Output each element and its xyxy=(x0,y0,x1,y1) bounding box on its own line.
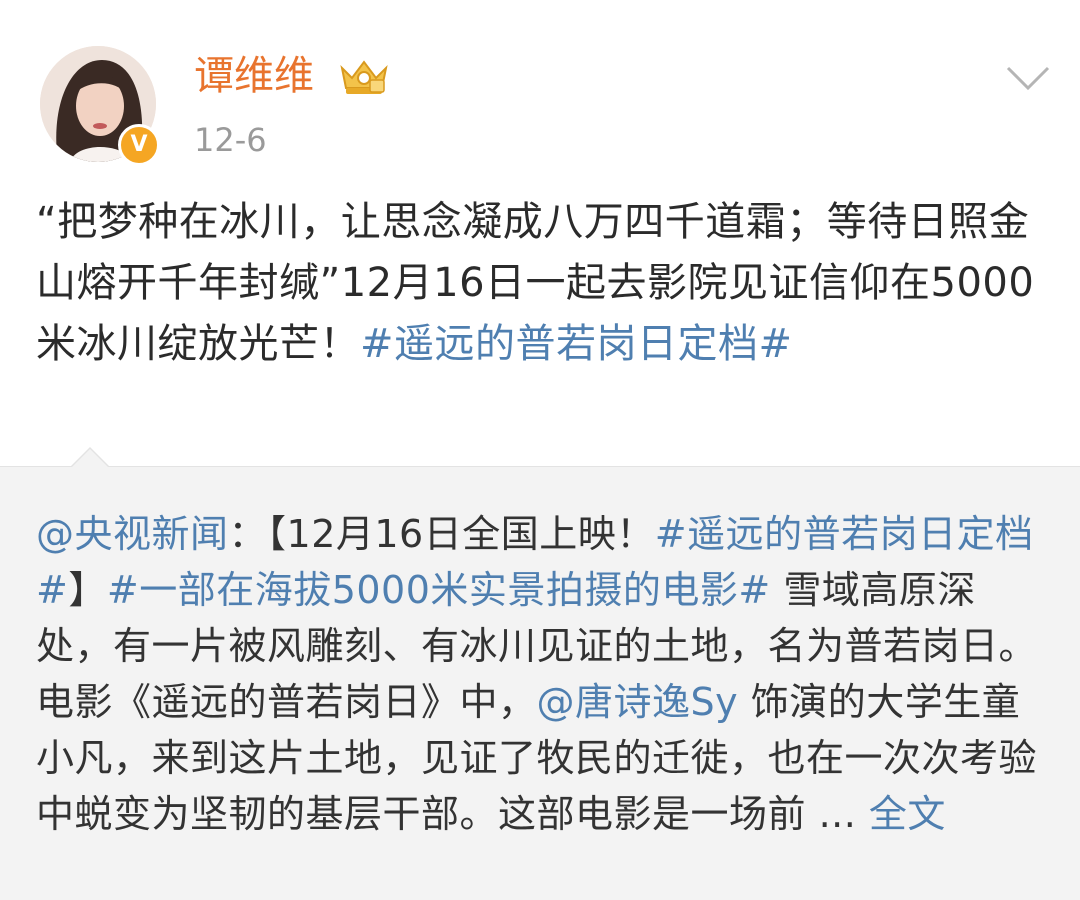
verified-badge: V xyxy=(118,124,160,166)
author-name[interactable]: 谭维维 xyxy=(194,50,314,102)
repost-text-segment: ：【12月16日全国上映！ xyxy=(228,512,655,556)
repost-ellipsis: ... xyxy=(818,792,857,836)
post-date: 12-6 xyxy=(194,121,267,159)
chevron-down-icon[interactable] xyxy=(1004,58,1052,98)
hashtag-link[interactable]: #遥远的普若岗日定档# xyxy=(360,321,793,367)
repost-text-segment: 】 xyxy=(68,568,107,612)
repost-pointer-fill xyxy=(72,449,108,467)
repost-body: @央视新闻：【12月16日全国上映！#遥远的普若岗日定档#】#一部在海拔5000… xyxy=(36,506,1046,842)
repost-mention-2[interactable]: @唐诗逸Sy xyxy=(537,680,739,724)
full-text-link[interactable]: 全文 xyxy=(856,792,946,836)
repost-author-mention[interactable]: @央视新闻 xyxy=(36,512,229,556)
post-header: V 谭维维 12-6 xyxy=(0,0,1080,175)
weibo-post-card: V 谭维维 12-6 “把梦种在冰川，让思念凝成八万四千道霜；等待日照金山熔开千… xyxy=(0,0,1080,900)
crown-icon[interactable] xyxy=(336,54,392,98)
post-body: “把梦种在冰川，让思念凝成八万四千道霜；等待日照金山熔开千年封缄”12月16日一… xyxy=(36,192,1046,375)
repost-hashtag-2[interactable]: #一部在海拔5000米实景拍摄的电影# xyxy=(107,568,771,612)
